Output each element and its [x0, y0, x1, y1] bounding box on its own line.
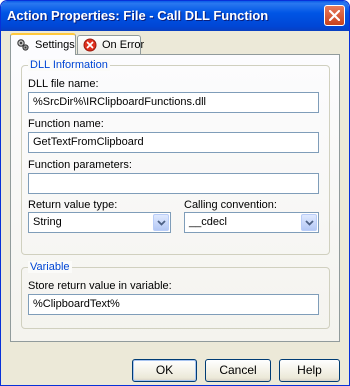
dialog-window: Action Properties: File - Call DLL Funct…	[0, 0, 350, 386]
calling-convention-dropdown-button[interactable]	[301, 214, 317, 231]
dll-file-input[interactable]: %SrcDir%\IRClipboardFunctions.dll	[28, 92, 319, 113]
variable-legend: Variable	[28, 261, 72, 273]
dll-file-label: DLL file name:	[28, 78, 99, 90]
close-icon	[329, 10, 340, 21]
store-variable-label: Store return value in variable:	[28, 280, 172, 292]
dll-information-legend: DLL Information	[28, 59, 110, 71]
tab-on-error-label: On Error	[102, 39, 145, 51]
return-value-type-label: Return value type:	[28, 199, 118, 211]
return-value-type-value: String	[33, 216, 62, 228]
store-variable-input[interactable]: %ClipboardText%	[28, 294, 319, 315]
error-icon	[83, 38, 97, 52]
variable-group: Variable Store return value in variable:…	[21, 261, 330, 329]
dll-information-group: DLL Information DLL file name: %SrcDir%\…	[21, 59, 330, 255]
dialog-client: Settings On Error DLL Information DLL fi…	[4, 31, 346, 383]
close-button[interactable]	[324, 5, 345, 26]
window-title: Action Properties: File - Call DLL Funct…	[7, 8, 269, 23]
tab-strip: Settings On Error	[10, 33, 340, 55]
cancel-button[interactable]: Cancel	[205, 359, 271, 382]
tab-on-error[interactable]: On Error	[77, 35, 145, 54]
chevron-down-icon	[305, 220, 314, 226]
return-value-type-select[interactable]: String	[28, 212, 171, 233]
calling-convention-select[interactable]: __cdecl	[184, 212, 319, 233]
settings-panel: DLL Information DLL file name: %SrcDir%\…	[10, 54, 340, 342]
function-parameters-label: Function parameters:	[28, 159, 132, 171]
settings-gears-icon	[16, 38, 30, 52]
ok-button[interactable]: OK	[132, 359, 197, 382]
tab-settings-label: Settings	[35, 39, 75, 51]
return-value-dropdown-button[interactable]	[153, 214, 169, 231]
title-bar[interactable]: Action Properties: File - Call DLL Funct…	[1, 1, 349, 31]
calling-convention-value: __cdecl	[189, 216, 227, 228]
function-parameters-input[interactable]	[28, 173, 319, 194]
chevron-down-icon	[157, 220, 166, 226]
function-name-label: Function name:	[28, 118, 104, 130]
function-name-input[interactable]: GetTextFromClipboard	[28, 132, 319, 153]
calling-convention-label: Calling convention:	[184, 199, 277, 211]
help-button[interactable]: Help	[279, 359, 340, 382]
tab-settings[interactable]: Settings	[10, 33, 76, 55]
